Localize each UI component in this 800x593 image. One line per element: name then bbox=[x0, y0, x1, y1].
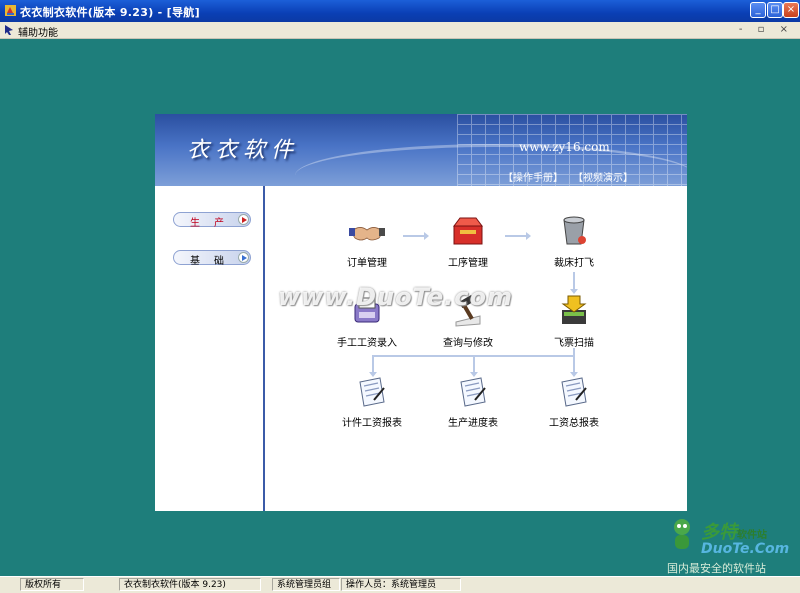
status-copyright: 版权所有 bbox=[20, 578, 84, 591]
cursor-icon bbox=[5, 25, 13, 35]
node-process-management[interactable]: 工序管理 bbox=[423, 214, 513, 269]
close-button[interactable]: × bbox=[783, 2, 799, 18]
node-label: 裁床打飞 bbox=[554, 258, 594, 269]
flow-arrow bbox=[470, 355, 478, 377]
nav-production-button[interactable]: 生产 bbox=[173, 212, 251, 229]
bucket-icon bbox=[563, 216, 586, 245]
nav-basic-button[interactable]: 基础 bbox=[173, 250, 251, 267]
node-ticket-scan[interactable]: 飞票扫描 bbox=[529, 294, 619, 349]
status-bar: 版权所有 衣衣制衣软件(版本 9.23) 系统管理员组 操作人员：系统管理员 bbox=[0, 576, 800, 593]
handshake-icon bbox=[349, 227, 385, 241]
node-production-progress-report[interactable]: 生产进度表 bbox=[428, 374, 518, 429]
arrow-right-icon bbox=[238, 252, 249, 263]
website-url: www.zy16.com bbox=[519, 140, 610, 154]
duote-watermark: www.DuoTe.com bbox=[278, 283, 513, 311]
node-label: 手工工资录入 bbox=[337, 338, 397, 349]
banner: 衣衣软件 www.zy16.com 【操作手册】 【视频演示】 bbox=[155, 114, 687, 186]
report-icon bbox=[561, 377, 587, 407]
node-label: 查询与修改 bbox=[443, 338, 493, 349]
flow-arrow bbox=[570, 355, 578, 377]
status-group: 系统管理员组 bbox=[272, 578, 340, 591]
node-order-management[interactable]: 订单管理 bbox=[322, 214, 412, 269]
maximize-button[interactable]: □ bbox=[767, 2, 783, 18]
node-label: 计件工资报表 bbox=[342, 418, 402, 429]
minimize-button[interactable]: _ bbox=[750, 2, 766, 18]
window-title: 衣衣制衣软件(版本 9.23) - [导航] bbox=[20, 6, 200, 19]
node-label: 生产进度表 bbox=[448, 418, 498, 429]
mdi-controls[interactable]: - ▫ × bbox=[739, 24, 794, 35]
sidebar-divider bbox=[263, 186, 265, 511]
manual-link[interactable]: 【操作手册】 bbox=[503, 169, 563, 184]
node-label: 订单管理 bbox=[347, 258, 387, 269]
arrow-right-icon bbox=[238, 214, 249, 225]
app-logo: 衣衣软件 bbox=[187, 138, 300, 163]
report-icon bbox=[359, 377, 385, 407]
node-cutting-ticket[interactable]: 裁床打飞 bbox=[529, 214, 619, 269]
menu-assist[interactable]: 辅助功能 bbox=[18, 24, 58, 39]
sidebar: 生产 基础 bbox=[155, 186, 263, 511]
title-bar: 衣衣制衣软件(版本 9.23) - [导航] _ □ × bbox=[0, 0, 800, 22]
node-label: 飞票扫描 bbox=[554, 338, 594, 349]
menu-bar: 辅助功能 - ▫ × bbox=[0, 22, 800, 39]
status-app-version: 衣衣制衣软件(版本 9.23) bbox=[119, 578, 261, 591]
corner-watermark-url: DuoTe.Com bbox=[701, 541, 790, 557]
mascot-icon bbox=[674, 519, 690, 549]
video-demo-link[interactable]: 【视频演示】 bbox=[573, 169, 633, 184]
node-wage-summary-report[interactable]: 工资总报表 bbox=[529, 374, 619, 429]
status-operator: 操作人员：系统管理员 bbox=[341, 578, 461, 591]
node-label: 工资总报表 bbox=[549, 418, 599, 429]
navigation-panel: 衣衣软件 www.zy16.com 【操作手册】 【视频演示】 生产 基础 订单… bbox=[155, 114, 687, 511]
flow-arrow bbox=[570, 272, 578, 294]
nav-production-label: 生产 bbox=[190, 218, 238, 229]
corner-watermark: 多特软件站 DuoTe.Com 国内最安全的软件站 bbox=[665, 515, 797, 577]
app-icon bbox=[5, 5, 16, 16]
node-label: 工序管理 bbox=[448, 258, 488, 269]
report-icon bbox=[460, 377, 486, 407]
corner-watermark-tagline: 国内最安全的软件站 bbox=[667, 562, 766, 575]
flow-arrow bbox=[369, 355, 377, 377]
scan-arrow-icon bbox=[561, 295, 587, 324]
toolbox-icon bbox=[453, 217, 483, 245]
nav-basic-label: 基础 bbox=[190, 256, 238, 267]
node-piece-wage-report[interactable]: 计件工资报表 bbox=[327, 374, 417, 429]
